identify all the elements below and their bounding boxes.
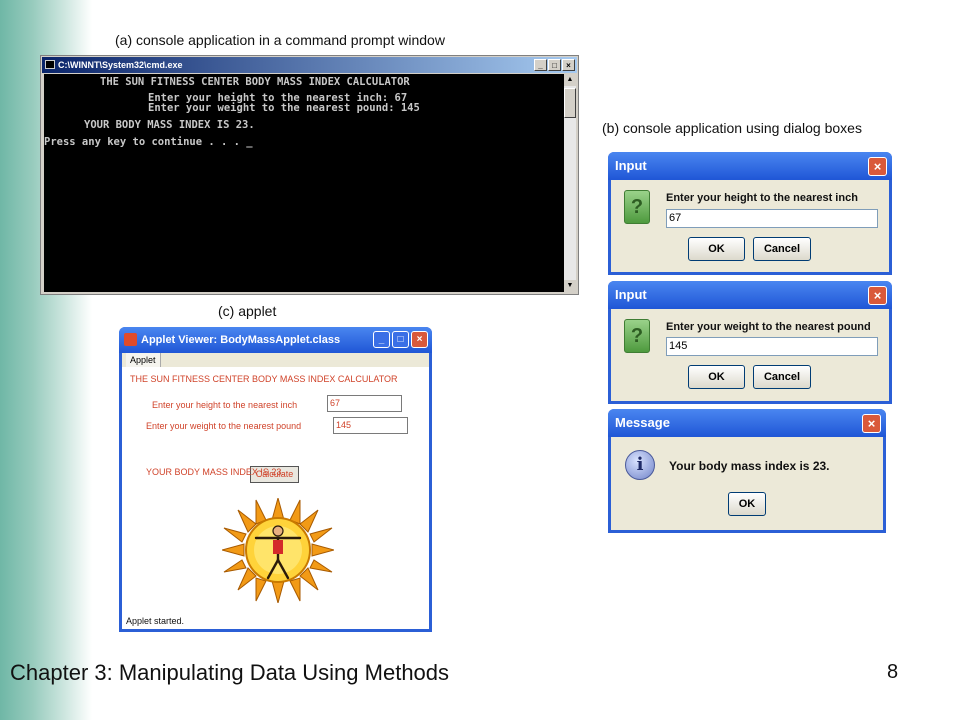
dialog-prompt: Enter your weight to the nearest pound [666, 321, 871, 333]
message-text: Your body mass index is 23. [669, 459, 830, 473]
console-line: YOUR BODY MASS INDEX IS 23. [84, 119, 255, 131]
dialog-title: Input [608, 152, 892, 180]
minimize-button[interactable]: _ [373, 331, 390, 348]
scroll-down-icon[interactable]: ▼ [564, 280, 576, 292]
close-button[interactable]: × [411, 331, 428, 348]
applet-title-text: Applet Viewer: BodyMassApplet.class [141, 334, 341, 346]
cmd-title-text: C:\WINNT\System32\cmd.exe [58, 60, 183, 70]
cancel-button[interactable]: Cancel [753, 365, 811, 389]
console-line: Enter your weight to the nearest pound: … [148, 102, 420, 114]
result-text: YOUR BODY MASS INDEX IS 23. [146, 467, 284, 477]
console-line: THE SUN FITNESS CENTER BODY MASS INDEX C… [100, 76, 410, 88]
menu-bar: Applet [122, 353, 429, 367]
height-field[interactable]: 67 [327, 395, 402, 412]
close-button[interactable]: × [562, 59, 575, 71]
ok-button[interactable]: OK [688, 365, 745, 389]
caption-b: (b) console application using dialog box… [602, 120, 862, 136]
console-line: Press any key to continue . . . _ [44, 136, 253, 148]
caption-a: (a) console application in a command pro… [115, 32, 445, 48]
input-dialog-height: Input × ? Enter your height to the neare… [608, 152, 892, 275]
dialog-title: Message [608, 409, 886, 437]
status-bar: Applet started. [126, 616, 185, 626]
weight-input[interactable]: 145 [666, 337, 878, 356]
weight-label: Enter your weight to the nearest pound [146, 421, 302, 431]
applet-heading: THE SUN FITNESS CENTER BODY MASS INDEX C… [130, 374, 398, 384]
applet-title-bar[interactable]: Applet Viewer: BodyMassApplet.class _ □ … [119, 327, 432, 353]
scroll-thumb[interactable] [564, 88, 576, 118]
close-button[interactable]: × [862, 414, 881, 433]
cancel-button[interactable]: Cancel [753, 237, 811, 261]
message-dialog: Message × i Your body mass index is 23. … [608, 409, 886, 533]
console-output[interactable]: THE SUN FITNESS CENTER BODY MASS INDEX C… [44, 74, 566, 292]
applet-viewer-window: Applet Viewer: BodyMassApplet.class _ □ … [119, 327, 432, 632]
close-button[interactable]: × [868, 157, 887, 176]
height-label: Enter your height to the nearest inch [152, 400, 298, 410]
weight-field[interactable]: 145 [333, 417, 408, 434]
java-icon [124, 333, 137, 346]
close-button[interactable]: × [868, 286, 887, 305]
maximize-button[interactable]: □ [548, 59, 561, 71]
information-icon: i [625, 450, 655, 480]
page-number: 8 [887, 661, 899, 683]
menu-applet[interactable]: Applet [126, 353, 161, 367]
question-icon: ? [624, 319, 650, 353]
height-input[interactable]: 67 [666, 209, 878, 228]
dialog-title: Input [608, 281, 892, 309]
scroll-up-icon[interactable]: ▲ [564, 74, 576, 86]
sun-figure-image [222, 498, 334, 603]
vertical-scrollbar[interactable]: ▲ ▼ [564, 74, 576, 292]
ok-button[interactable]: OK [688, 237, 745, 261]
maximize-button[interactable]: □ [392, 331, 409, 348]
caption-c: (c) applet [218, 303, 277, 319]
slide-title: Chapter 3: Manipulating Data Using Metho… [10, 660, 450, 685]
cmd-title-bar[interactable]: C:\WINNT\System32\cmd.exe _ □ × [42, 57, 577, 73]
cmd-app-icon [45, 60, 55, 69]
input-dialog-weight: Input × ? Enter your weight to the neare… [608, 281, 892, 404]
question-icon: ? [624, 190, 650, 224]
minimize-button[interactable]: _ [534, 59, 547, 71]
cmd-window: C:\WINNT\System32\cmd.exe _ □ × THE SUN … [40, 55, 579, 295]
ok-button[interactable]: OK [728, 492, 766, 516]
dialog-prompt: Enter your height to the nearest inch [666, 192, 858, 204]
